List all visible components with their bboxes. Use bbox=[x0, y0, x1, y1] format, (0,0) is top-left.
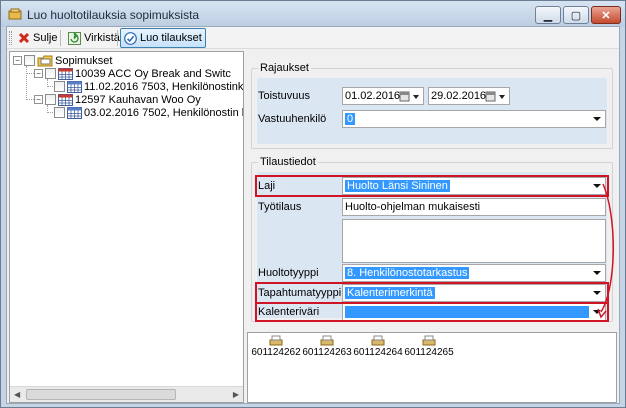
minimize-icon: ▁ bbox=[543, 9, 553, 22]
toolbar-separator bbox=[60, 30, 61, 46]
calendar-grid-icon bbox=[67, 106, 82, 119]
annotation-highlight-kalenterivari bbox=[255, 302, 609, 322]
document-number: 601124262 bbox=[251, 347, 301, 358]
tree-checkbox[interactable] bbox=[45, 94, 56, 105]
vastuuhenkilo-label: Vastuuhenkilö bbox=[258, 113, 327, 125]
tyotilaus-value: Huolto-ohjelman mukaisesti bbox=[345, 201, 481, 213]
title-bar: Luo huoltotilauksia sopimuksista ▁ ▢ ✕ bbox=[1, 1, 625, 27]
calendar-grid-icon bbox=[67, 80, 82, 93]
collapse-toggle[interactable]: − bbox=[13, 56, 22, 65]
close-button-label: Sulje bbox=[33, 32, 58, 44]
maximize-icon: ▢ bbox=[570, 9, 582, 22]
calendar-grid-icon bbox=[58, 93, 73, 106]
printer-icon bbox=[371, 335, 385, 346]
calendar-dropdown-icon[interactable] bbox=[485, 90, 509, 103]
collapse-toggle[interactable]: − bbox=[34, 95, 43, 104]
annotation-arrow-icon bbox=[597, 183, 614, 319]
tree-contract-label: 12597 Kauhavan Woo Oy bbox=[75, 93, 201, 106]
scroll-left-arrow-icon[interactable]: ◀ bbox=[14, 390, 20, 399]
document-item[interactable]: 601124264 bbox=[352, 335, 404, 358]
vastuuhenkilo-combobox[interactable]: 0 bbox=[342, 110, 606, 128]
vastuuhenkilo-value: 0 bbox=[345, 113, 356, 125]
tree-checkbox[interactable] bbox=[54, 107, 65, 118]
toolbar-grip[interactable] bbox=[9, 31, 12, 45]
app-icon bbox=[8, 8, 22, 20]
collapse-toggle[interactable]: − bbox=[34, 69, 43, 78]
huoltotyyppi-value: 8. Henkilönostotarkastus bbox=[345, 267, 470, 279]
tree-root-label: Sopimukset bbox=[55, 54, 113, 67]
scroll-right-arrow-icon[interactable]: ▶ bbox=[233, 390, 239, 399]
printer-icon bbox=[269, 335, 283, 346]
close-icon: ✕ bbox=[601, 9, 611, 22]
calendar-dropdown-icon[interactable] bbox=[399, 90, 423, 103]
details-panel: Rajaukset Toistuvuus 01.02.2016 29.02.20… bbox=[247, 51, 619, 331]
check-circle-icon bbox=[124, 31, 137, 45]
document-item[interactable]: 601124263 bbox=[301, 335, 353, 358]
maximize-button[interactable]: ▢ bbox=[563, 6, 589, 24]
main-window: Luo huoltotilauksia sopimuksista ▁ ▢ ✕ S… bbox=[0, 0, 626, 408]
tree-order-node[interactable]: 11.02.2016 7503, Henkilönostinkat bbox=[54, 80, 244, 93]
refresh-icon bbox=[68, 31, 81, 45]
tree-contract-label: 10039 ACC Oy Break and Switc bbox=[75, 67, 231, 80]
toolbar-separator bbox=[117, 30, 118, 46]
tree-line bbox=[26, 66, 27, 100]
minimize-button[interactable]: ▁ bbox=[535, 6, 561, 24]
document-number: 601124265 bbox=[404, 347, 454, 358]
tree-order-node[interactable]: 03.02.2016 7502, Henkilönostin ka bbox=[54, 106, 244, 119]
tree-contract-node[interactable]: − 12597 Kauhavan Woo Oy bbox=[34, 93, 201, 106]
close-button[interactable]: Sulje bbox=[14, 28, 61, 48]
printer-icon bbox=[422, 335, 436, 346]
document-number: 601124263 bbox=[302, 347, 352, 358]
huoltotyyppi-combobox[interactable]: 8. Henkilönostotarkastus bbox=[342, 264, 606, 282]
folder-icon bbox=[37, 55, 53, 66]
date-from-picker[interactable]: 01.02.2016 bbox=[342, 87, 424, 105]
scrollbar-thumb[interactable] bbox=[26, 389, 176, 400]
tyotilaus-input[interactable]: Huolto-ohjelman mukaisesti bbox=[342, 198, 606, 216]
annotation-highlight-laji bbox=[255, 175, 609, 197]
tilaustiedot-legend: Tilaustiedot bbox=[258, 156, 318, 168]
tree-checkbox[interactable] bbox=[45, 68, 56, 79]
create-orders-button[interactable]: Luo tilaukset bbox=[120, 28, 206, 48]
tyotilaus-label: Työtilaus bbox=[258, 201, 302, 213]
tree-order-label: 11.02.2016 7503, Henkilönostinkat bbox=[84, 80, 244, 93]
refresh-button-label: Virkistä bbox=[84, 32, 120, 44]
date-from-value: 01.02.2016 bbox=[345, 90, 401, 102]
x-icon bbox=[18, 32, 30, 44]
document-number: 601124264 bbox=[353, 347, 403, 358]
huoltotyyppi-label: Huoltotyyppi bbox=[258, 267, 319, 279]
calendar-grid-icon bbox=[58, 67, 73, 80]
tree-root-node[interactable]: − Sopimukset bbox=[13, 54, 112, 67]
printer-icon bbox=[320, 335, 334, 346]
tree-contract-node[interactable]: − 10039 ACC Oy Break and Switc bbox=[34, 67, 231, 80]
close-window-button[interactable]: ✕ bbox=[591, 6, 621, 24]
date-to-value: 29.02.2016 bbox=[431, 90, 487, 102]
toistuvuus-label: Toistuvuus bbox=[258, 90, 310, 102]
refresh-button[interactable]: Virkistä bbox=[64, 28, 124, 48]
document-item[interactable]: 601124265 bbox=[403, 335, 455, 358]
tyotilaus-notes-textarea[interactable] bbox=[342, 219, 606, 263]
tree-checkbox[interactable] bbox=[54, 81, 65, 92]
create-orders-button-label: Luo tilaukset bbox=[140, 32, 202, 44]
rajaukset-legend: Rajaukset bbox=[258, 62, 311, 74]
tree-order-label: 03.02.2016 7502, Henkilönostin ka bbox=[84, 106, 244, 119]
window-title: Luo huoltotilauksia sopimuksista bbox=[27, 8, 200, 22]
contract-tree[interactable]: − Sopimukset − 10039 ACC Oy Break and Sw… bbox=[9, 51, 244, 403]
client-area: Sulje Virkistä Luo tilaukset − Sopimukse… bbox=[6, 26, 620, 404]
chevron-down-icon[interactable] bbox=[593, 117, 601, 121]
document-item[interactable]: 601124262 bbox=[250, 335, 302, 358]
toolbar: Sulje Virkistä Luo tilaukset bbox=[7, 27, 619, 49]
date-to-picker[interactable]: 29.02.2016 bbox=[428, 87, 510, 105]
rajaukset-group: Rajaukset Toistuvuus 01.02.2016 29.02.20… bbox=[251, 62, 613, 149]
tilaustiedot-group: Tilaustiedot Laji Huolto Länsi Sininen T… bbox=[251, 156, 613, 322]
tree-horizontal-scrollbar[interactable]: ◀ ▶ bbox=[10, 386, 243, 402]
document-list[interactable]: 601124262 601124263 601124264 601124265 bbox=[247, 332, 617, 403]
annotation-highlight-tapahtumatyyppi bbox=[255, 282, 609, 304]
tree-checkbox[interactable] bbox=[24, 55, 35, 66]
